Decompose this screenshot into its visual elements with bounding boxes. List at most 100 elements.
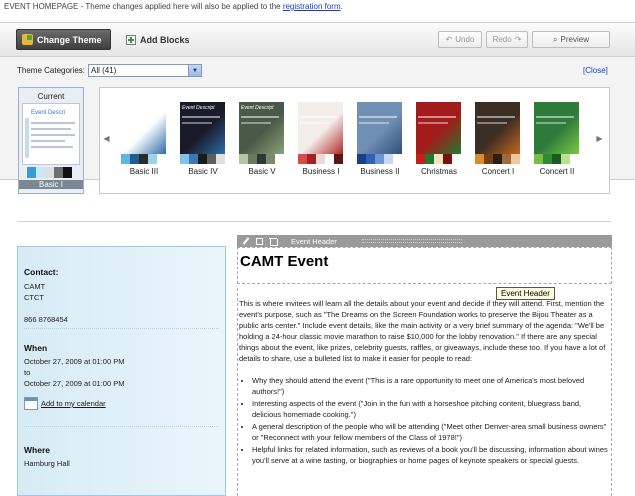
when-block: When October 27, 2009 at 01:00 PM to Oct… xyxy=(24,343,219,427)
color-swatch xyxy=(63,167,72,178)
theme-swatches xyxy=(416,154,461,164)
color-swatch xyxy=(266,154,275,164)
contact-line xyxy=(24,303,219,314)
contact-title: Contact: xyxy=(24,267,59,277)
list-item: Why they should attend the event ("This … xyxy=(252,375,611,397)
color-swatch xyxy=(216,154,225,164)
color-swatch xyxy=(316,154,325,164)
redo-icon: ↷ xyxy=(514,35,522,44)
theme-option[interactable]: Event Descript Basic IV xyxy=(177,102,229,190)
color-swatch xyxy=(27,167,36,178)
theme-name: Basic V xyxy=(248,167,276,176)
color-swatch xyxy=(239,154,248,164)
gallery-next-arrow-icon[interactable]: ▶ xyxy=(596,118,603,158)
color-swatch xyxy=(121,154,130,164)
when-end: October 27, 2009 at 01:00 PM xyxy=(24,379,125,388)
redo-button[interactable]: Redo ↷ xyxy=(486,31,528,48)
theme-categories-value: All (41) xyxy=(91,66,117,75)
theme-swatches xyxy=(357,154,402,164)
theme-thumbnail[interactable]: Event Descript xyxy=(180,102,225,154)
color-swatch xyxy=(157,154,166,164)
color-swatch xyxy=(393,154,402,164)
color-swatch xyxy=(511,154,520,164)
preview-button[interactable]: ⌕ Preview xyxy=(532,31,610,48)
theme-thumbnail[interactable] xyxy=(416,102,461,154)
chevron-down-icon[interactable]: ▼ xyxy=(188,65,201,76)
calendar-icon[interactable] xyxy=(24,397,38,410)
theme-thumbnail[interactable] xyxy=(298,102,343,154)
theme-option[interactable]: Concert I xyxy=(472,102,524,190)
notice-prefix: EVENT HOMEPAGE - Theme changes applied h… xyxy=(4,2,283,11)
color-swatch xyxy=(484,154,493,164)
redo-label: Redo xyxy=(492,35,512,44)
theme-thumbnail[interactable] xyxy=(475,102,520,154)
add-to-calendar[interactable]: Add to my calendar xyxy=(24,397,219,410)
theme-thumbnail[interactable] xyxy=(534,102,579,154)
color-swatch xyxy=(443,154,452,164)
event-header-tooltip: Event Header xyxy=(496,287,555,300)
divider xyxy=(17,221,611,222)
theme-panel: Change Theme Add Blocks ↶ Undo Redo ↷ ⌕ … xyxy=(0,22,635,194)
where-location: Hamburg Hall xyxy=(24,459,70,468)
change-theme-label: Change Theme xyxy=(37,34,102,45)
theme-option[interactable]: Event Descript Basic V xyxy=(236,102,288,190)
description-paragraph: This is where invitees will learn all th… xyxy=(239,299,606,363)
theme-swatches xyxy=(239,154,284,164)
theme-categories-select[interactable]: All (41) ▼ xyxy=(88,64,202,77)
theme-toolbar: Change Theme Add Blocks ↶ Undo Redo ↷ ⌕ … xyxy=(0,23,635,57)
theme-swatches xyxy=(180,154,225,164)
theme-gallery: ◀ Basic III Event Descript Basic IV Event D… xyxy=(99,87,610,194)
theme-thumbnail[interactable] xyxy=(357,102,402,154)
description-list: Why they should attend the event ("This … xyxy=(239,375,611,466)
color-swatch xyxy=(493,154,502,164)
color-swatch xyxy=(45,167,54,178)
theme-swatches xyxy=(534,154,579,164)
when-start: October 27, 2009 at 01:00 PM xyxy=(24,357,125,366)
close-themes-link[interactable]: [Close] xyxy=(583,66,608,75)
theme-thumbnail[interactable] xyxy=(121,102,166,154)
copy-icon[interactable] xyxy=(256,237,263,245)
theme-thumbnail[interactable]: Event Descript xyxy=(239,102,284,154)
list-item: Helpful links for related information, s… xyxy=(252,444,611,466)
theme-option[interactable]: Business I xyxy=(295,102,347,190)
color-swatch xyxy=(334,154,343,164)
registration-form-link[interactable]: registration form xyxy=(283,2,341,11)
color-swatch xyxy=(452,154,461,164)
pencil-icon[interactable] xyxy=(242,237,250,245)
theme-option[interactable]: Business II xyxy=(354,102,406,190)
theme-name: Business II xyxy=(360,167,400,176)
contact-phone: 866 8768454 xyxy=(24,315,68,324)
theme-name: Basic III xyxy=(129,167,159,176)
undo-label: Undo xyxy=(455,35,475,44)
color-swatch xyxy=(357,154,366,164)
gallery-prev-arrow-icon[interactable]: ◀ xyxy=(103,118,110,158)
trash-icon[interactable] xyxy=(269,237,278,246)
current-theme-swatches xyxy=(27,167,72,178)
drag-handle[interactable] xyxy=(362,239,462,243)
color-swatch xyxy=(180,154,189,164)
list-item: Interesting aspects of the event ("Join … xyxy=(252,398,611,420)
undo-button[interactable]: ↶ Undo xyxy=(438,31,482,48)
color-swatch xyxy=(502,154,511,164)
color-swatch xyxy=(416,154,425,164)
event-header-bar-label: Event Header xyxy=(291,236,337,246)
color-swatch xyxy=(325,154,334,164)
color-swatch xyxy=(36,167,45,178)
add-to-calendar-link[interactable]: Add to my calendar xyxy=(41,399,106,408)
add-blocks-button[interactable]: Add Blocks xyxy=(126,29,190,50)
theme-name: Christmas xyxy=(420,167,457,176)
change-theme-button[interactable]: Change Theme xyxy=(16,29,111,50)
event-header-block[interactable]: CAMT Event xyxy=(237,247,612,284)
color-swatch xyxy=(561,154,570,164)
theme-swatches xyxy=(298,154,343,164)
theme-option[interactable]: Christmas xyxy=(413,102,465,190)
preview-label: Preview xyxy=(560,35,589,44)
current-theme-thumb-title: Event Descri xyxy=(31,110,66,116)
contact-block: Contact: CAMT CTCT 866 8768454 xyxy=(24,267,219,329)
theme-option[interactable]: Basic III xyxy=(118,102,170,190)
event-title: CAMT Event xyxy=(240,253,329,270)
add-blocks-label: Add Blocks xyxy=(140,34,190,45)
color-swatch xyxy=(366,154,375,164)
theme-option[interactable]: Concert II xyxy=(531,102,583,190)
color-swatch xyxy=(139,154,148,164)
